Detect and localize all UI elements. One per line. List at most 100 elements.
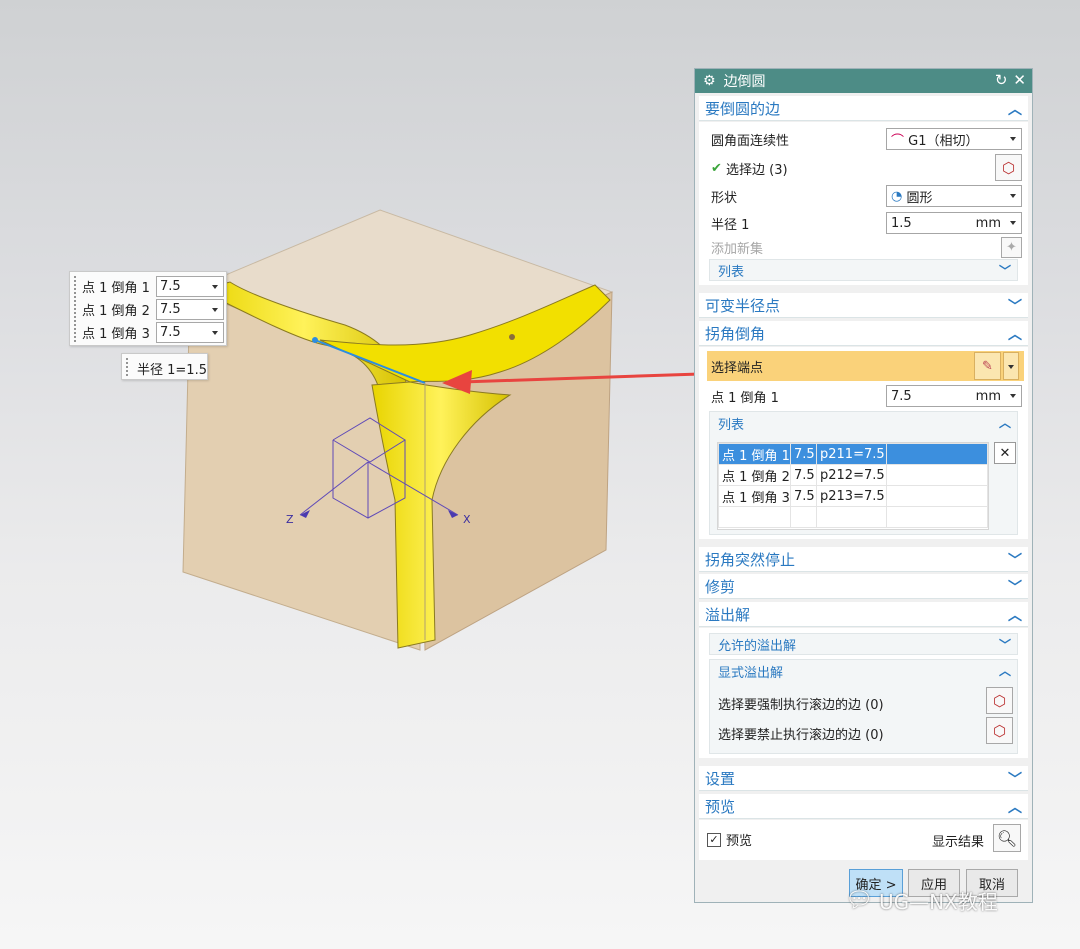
section-overflow-header[interactable]: 溢出解 ︿ [699,602,1028,627]
cell-value: 7.5 [790,464,817,486]
corner-list-header[interactable]: 列表 ︿ [710,412,1017,434]
floating-value-input[interactable]: 7.5 [156,275,224,297]
delete-icon: ✕ [999,445,1011,461]
shape-select[interactable]: ◔ 圆形 [886,185,1022,207]
drag-handle[interactable] [125,357,129,376]
dropdown-arrow-icon[interactable] [212,307,218,312]
show-result-button[interactable]: 🔍︎ [993,824,1021,852]
section-title: 预览 [705,797,736,816]
radius-input[interactable]: 1.5 mm [886,212,1022,234]
point-value: 7.5 [891,388,912,404]
floating-value-text: 7.5 [160,301,181,317]
shape-value: 圆形 [906,190,933,206]
chevron-down-icon[interactable]: ﹀ [1008,296,1022,316]
table-row-empty [718,506,988,528]
dropdown-arrow-icon[interactable] [1010,137,1016,141]
endpoint-picker-dropdown[interactable] [1003,352,1019,380]
cell-name: 点 1 倒角 1 [718,443,791,465]
dropdown-arrow-icon[interactable] [1010,221,1016,225]
list-label: 列表 [718,417,745,433]
allowed-overflow-header[interactable]: 允许的溢出解 ﹀ [709,633,1018,655]
axis-z-label: Z [286,513,294,526]
cell-name: 点 1 倒角 2 [718,464,791,486]
section-settings-header[interactable]: 设置 ﹀ [699,766,1028,791]
reset-icon[interactable]: ↻ [995,71,1008,89]
chevron-up-icon[interactable]: ︿ [1008,324,1022,344]
point-unit: mm [975,388,1001,404]
chevron-down-icon[interactable]: ﹀ [999,262,1011,279]
cube-select-icon: ⬡ [1001,158,1016,177]
chevron-up-icon[interactable]: ︿ [999,662,1011,679]
show-result-label: 显示结果 [931,835,984,850]
watermark-text: UG—NX教程 [878,890,998,914]
forbid-roll-row[interactable]: 选择要禁止执行滚边的边 (0) [718,724,884,743]
drag-handle[interactable] [73,275,77,342]
table-row[interactable]: 点 1 倒角 1 7.5 p211=7.5 [718,443,988,465]
radius-tag-text: 半径 1=1.5 [137,363,207,378]
chevron-down-icon[interactable]: ﹀ [1008,577,1022,597]
table-row[interactable]: 点 1 倒角 3 7.5 p213=7.5 [718,485,988,507]
preview-checkbox-row[interactable]: ✓ 预览 [707,830,752,849]
select-edge-row[interactable]: ✔ 选择边 (3) [711,156,1018,180]
cell-expr: p213=7.5 [816,485,887,507]
floating-label: 点 1 倒角 3 [82,326,150,342]
cell-expr: p212=7.5 [816,464,887,486]
dialog-title: 边倒圆 [723,74,766,90]
section-preview-header[interactable]: 预览 ︿ [699,794,1028,819]
forbid-roll-select-button[interactable]: ⬡ [986,717,1013,744]
floating-row: 点 1 倒角 1 7.5 [82,275,224,297]
corner-table-wrap: 点 1 倒角 1 7.5 p211=7.5 点 1 倒角 2 7.5 p212=… [717,442,989,530]
section-corner-body: 选择端点 ✎ 点 1 倒角 1 7.5 mm 列表 ︿ 点 1 倒角 1 7.5… [699,347,1028,539]
radius-tag[interactable]: 半径 1=1.5 [121,353,208,380]
dropdown-arrow-icon[interactable] [1010,194,1016,198]
chevron-down-icon[interactable]: ﹀ [1008,550,1022,570]
cell-blank [886,443,988,465]
chevron-up-icon[interactable]: ︿ [1008,605,1022,625]
point-label: 点 1 倒角 1 [711,390,779,406]
radius-label: 半径 1 [711,217,750,233]
force-roll-select-button[interactable]: ⬡ [986,687,1013,714]
preview-checkbox[interactable]: ✓ [707,832,721,847]
select-edge-label: 选择边 (3) [726,162,788,178]
section-corner-stop-header[interactable]: 拐角突然停止 ﹀ [699,547,1028,572]
edges-list-header[interactable]: 列表 ﹀ [709,259,1018,281]
continuity-select[interactable]: ⌒ G1（相切） [886,128,1022,150]
section-edges-header[interactable]: 要倒圆的边 ︿ [699,96,1028,121]
chevron-up-icon[interactable]: ︿ [1008,797,1022,817]
magnifier-icon: 🔍︎ [996,828,1018,848]
cell-blank [886,485,988,507]
floating-value-input[interactable]: 7.5 [156,321,224,343]
force-roll-row[interactable]: 选择要强制执行滚边的边 (0) [718,694,884,713]
dropdown-arrow-icon[interactable] [1010,394,1016,398]
show-result-row: 显示结果 [932,831,984,850]
gear-icon: ⚙ [703,73,716,89]
add-set-row: 添加新集 [711,235,1018,259]
floating-label: 点 1 倒角 1 [82,280,150,296]
section-title: 修剪 [705,577,736,596]
delete-row-button[interactable]: ✕ [994,442,1016,464]
close-icon[interactable]: ✕ [1013,71,1026,89]
section-trim-header[interactable]: 修剪 ﹀ [699,574,1028,599]
point-value-input[interactable]: 7.5 mm [886,385,1022,407]
shape-label: 形状 [711,190,738,206]
chevron-up-icon[interactable]: ︿ [999,414,1011,431]
explicit-overflow-header[interactable]: 显式溢出解 ︿ [710,660,1017,682]
floating-row: 点 1 倒角 2 7.5 [82,298,224,320]
section-corner-header[interactable]: 拐角倒角 ︿ [699,321,1028,346]
chevron-down-icon[interactable]: ﹀ [999,636,1011,653]
dropdown-arrow-icon[interactable] [212,284,218,289]
floating-value-input[interactable]: 7.5 [156,298,224,320]
select-endpoint-label: 选择端点 [711,360,764,376]
select-edge-button[interactable]: ⬡ [995,154,1022,181]
dropdown-arrow-icon[interactable] [212,330,218,335]
cube-select-icon: ⬡ [992,691,1007,710]
dropdown-arrow-icon[interactable] [1008,365,1014,369]
dialog-titlebar[interactable]: ⚙ 边倒圆 ↻ ✕ [695,69,1032,93]
add-set-button[interactable]: ✦ [1001,237,1022,258]
chevron-down-icon[interactable]: ﹀ [1008,769,1022,789]
cell-blank [886,464,988,486]
table-row[interactable]: 点 1 倒角 2 7.5 p212=7.5 [718,464,988,486]
endpoint-picker-button[interactable]: ✎ [974,352,1001,380]
chevron-up-icon[interactable]: ︿ [1008,99,1022,119]
section-variable-radius-header[interactable]: 可变半径点 ﹀ [699,293,1028,318]
